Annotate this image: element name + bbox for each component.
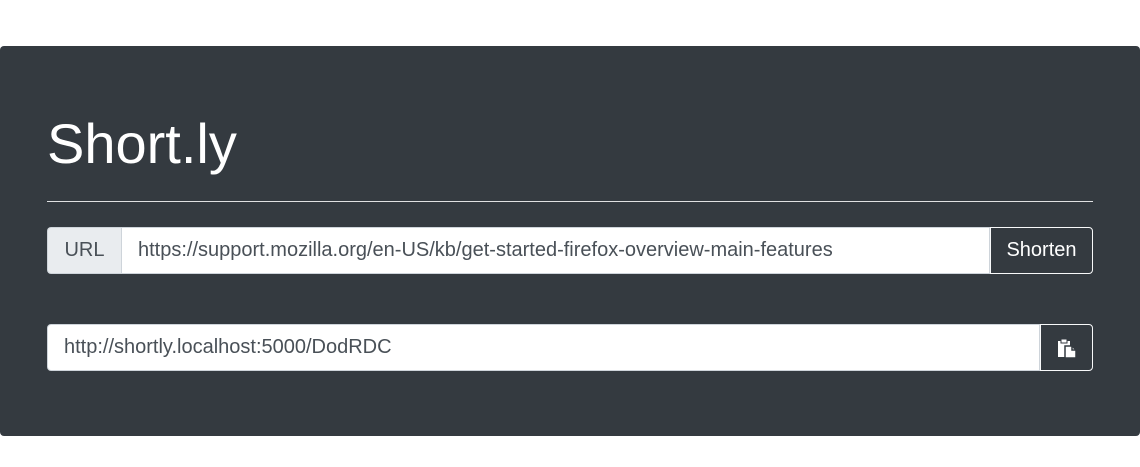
short-url-group: [47, 324, 1093, 371]
short-url-field[interactable]: [47, 324, 1040, 371]
clipboard-icon: [1057, 338, 1077, 358]
shorten-button[interactable]: Shorten: [990, 227, 1093, 274]
url-input[interactable]: [121, 227, 990, 274]
app-title: Short.ly: [47, 112, 237, 175]
url-form: URL Shorten: [47, 227, 1093, 274]
copy-button[interactable]: [1040, 324, 1093, 371]
jumbotron: Short.ly URL Shorten: [0, 46, 1140, 436]
url-prefix-label: URL: [47, 227, 121, 274]
title-divider: [47, 201, 1093, 202]
